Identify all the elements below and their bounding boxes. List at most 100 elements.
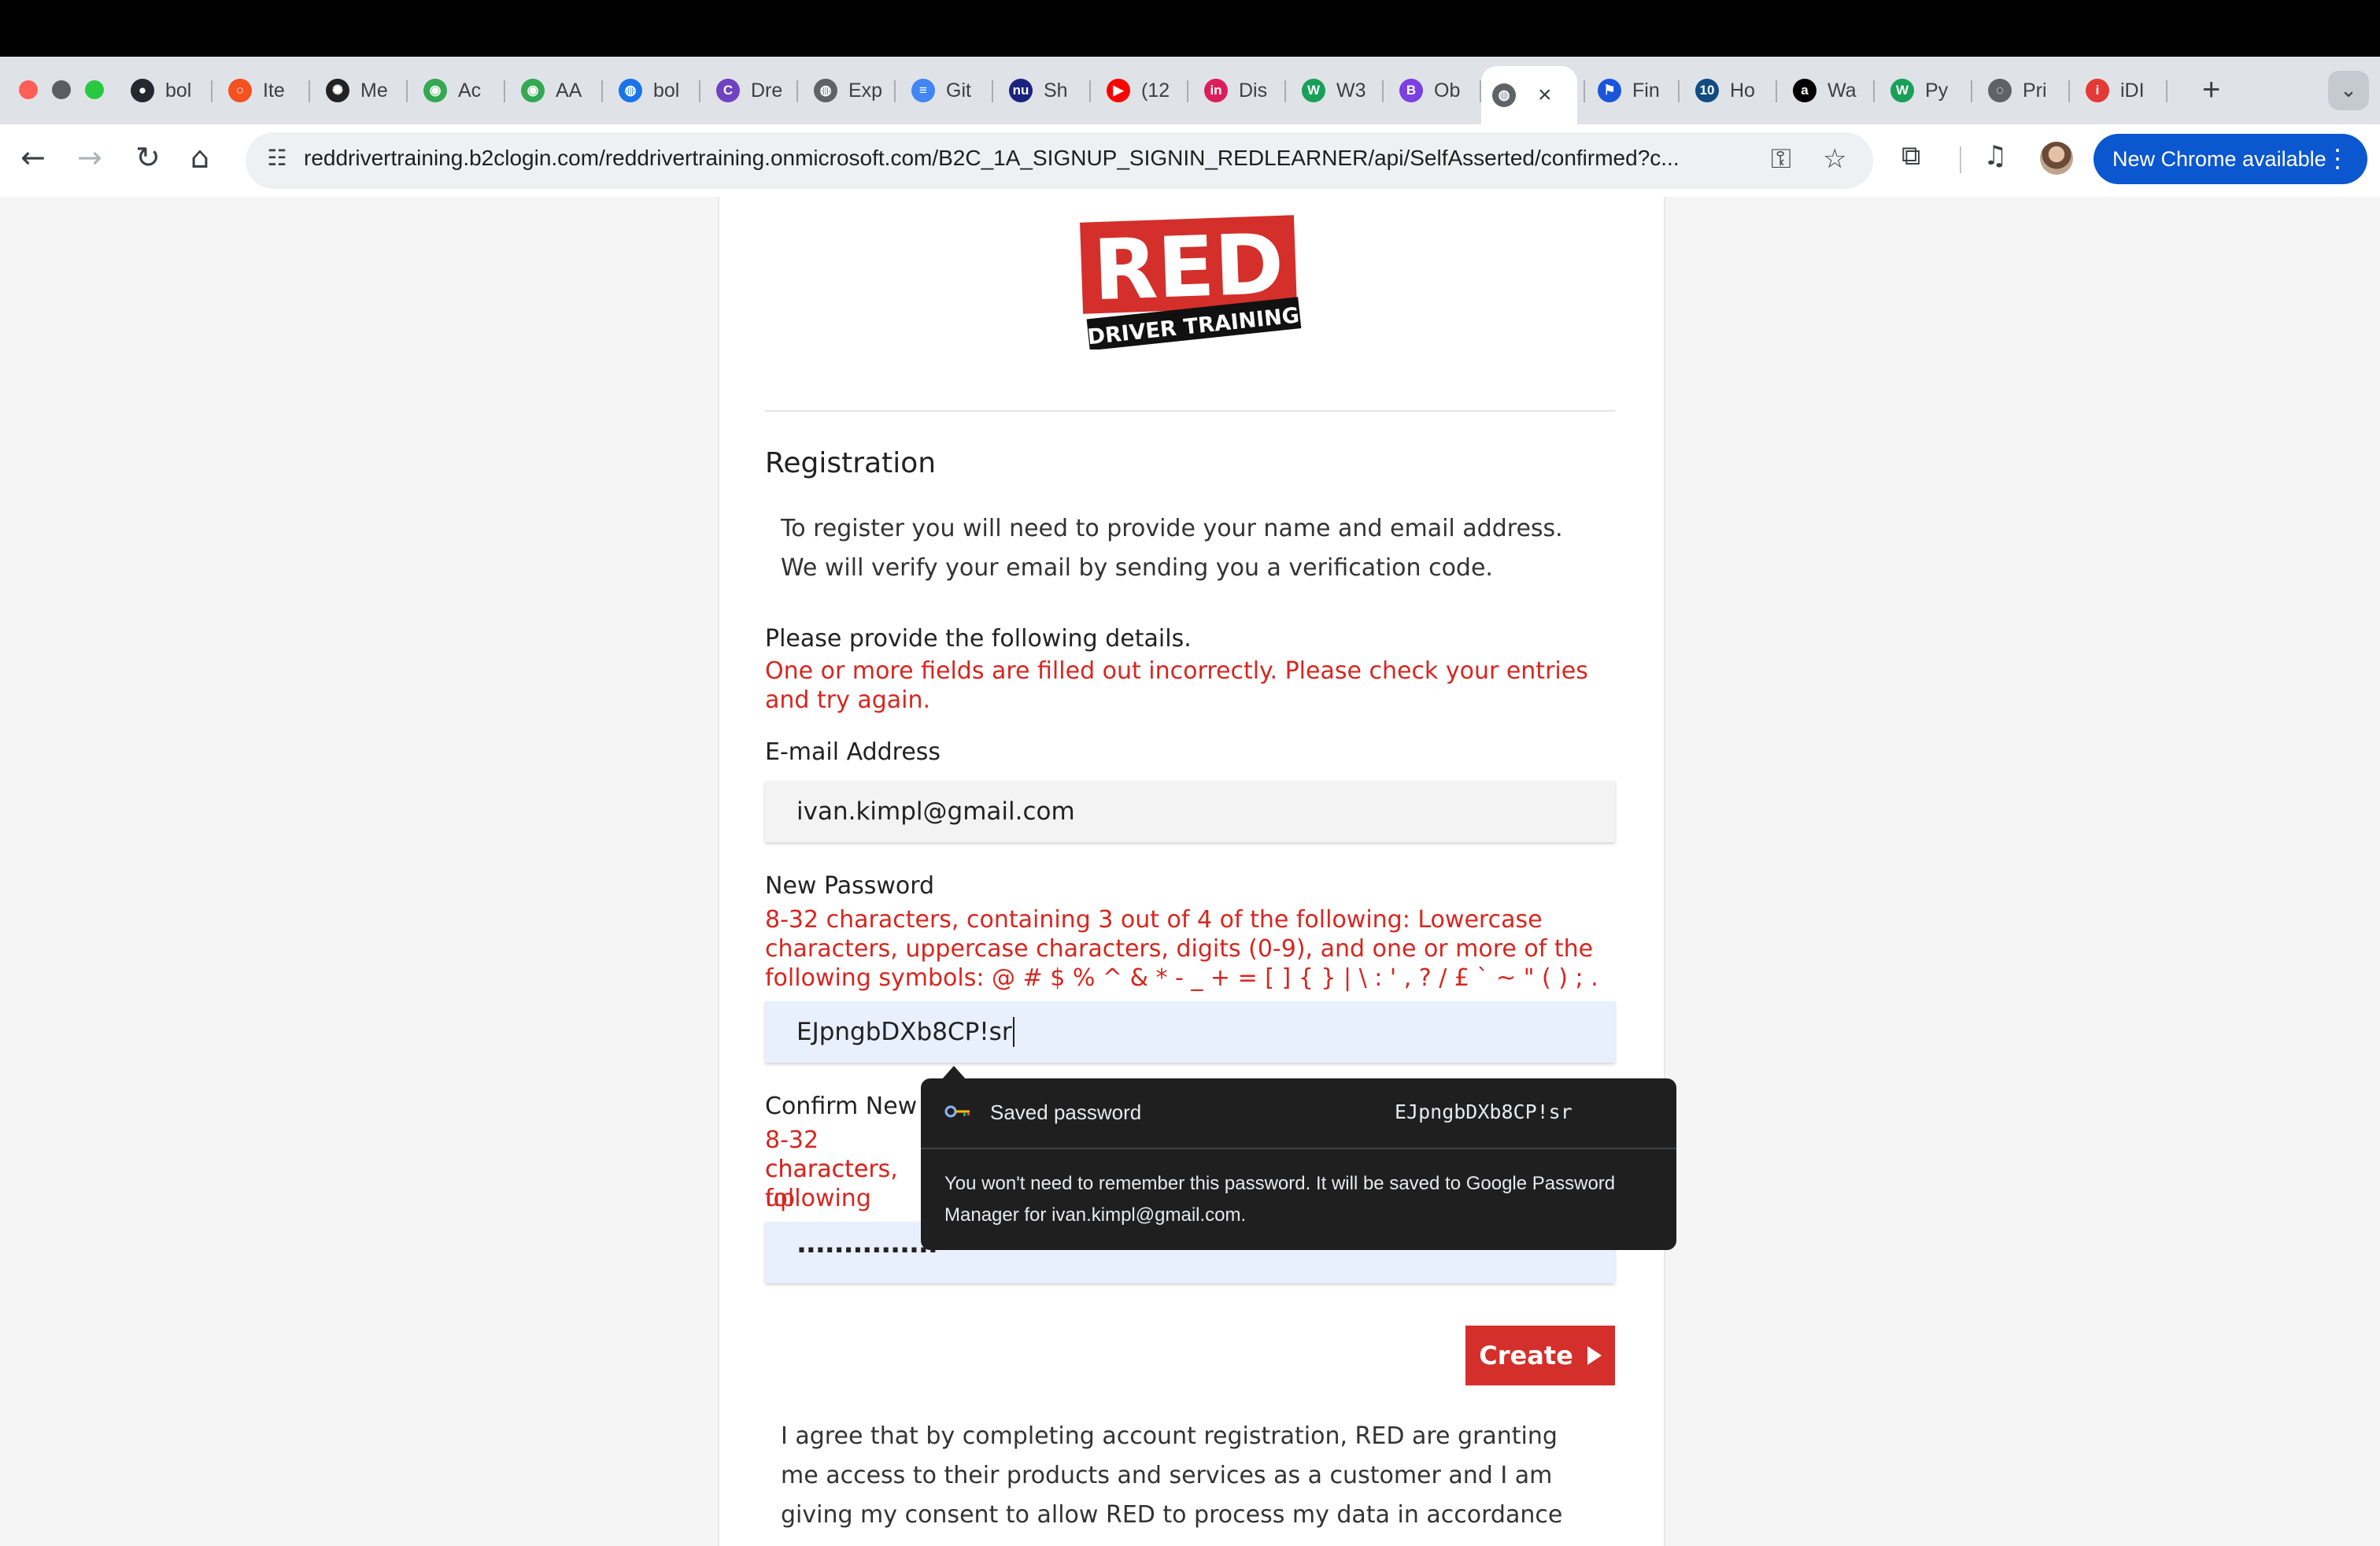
browser-tab[interactable]: ◍ × xyxy=(1481,66,1577,124)
a-icon: a xyxy=(1793,79,1816,102)
key-icon[interactable]: ⚿ xyxy=(1771,143,1791,175)
browser-tab[interactable]: ○ Ite xyxy=(217,68,305,113)
browser-tab[interactable]: ≡ Git xyxy=(900,68,989,113)
tab-separator xyxy=(211,80,213,102)
confirm-password-label: Confirm New xyxy=(765,1093,918,1120)
browser-tab[interactable]: ◍ Exp xyxy=(803,68,891,113)
browser-tab[interactable]: ◉ AA xyxy=(510,68,598,113)
tab-separator xyxy=(1584,80,1585,102)
browser-tab[interactable]: ✺ Me xyxy=(315,68,403,113)
browser-tab[interactable]: W W3 xyxy=(1291,68,1379,113)
doc-icon: ≡ xyxy=(911,79,935,102)
tab-title: Py xyxy=(1925,79,1949,102)
invision-icon: in xyxy=(1204,79,1228,102)
openai-icon: ✺ xyxy=(326,79,349,102)
profile-avatar[interactable] xyxy=(2040,142,2073,175)
tab-separator xyxy=(1776,80,1777,102)
browser-tab[interactable]: nu Sh xyxy=(998,68,1086,113)
red-driver-training-logo: RED DRIVER TRAINING xyxy=(1080,215,1302,350)
back-arrow-icon[interactable]: ← xyxy=(20,140,46,175)
tab-separator xyxy=(1873,80,1875,102)
tab-title: Exp xyxy=(848,79,883,102)
new-chrome-available-button[interactable]: New Chrome available ⋮ xyxy=(2094,134,2367,184)
bookmark-star-icon[interactable]: ☆ xyxy=(1823,143,1846,175)
address-bar[interactable]: ☷ reddrivertraining.b2clogin.com/reddriv… xyxy=(246,132,1873,189)
browser-tab[interactable]: ◉ Ac xyxy=(412,68,501,113)
globe-icon: ◍ xyxy=(619,79,642,102)
url-text[interactable]: reddrivertraining.b2clogin.com/reddriver… xyxy=(304,146,1752,171)
tab-title: Ho xyxy=(1730,79,1755,102)
tab-separator xyxy=(699,80,700,102)
saved-password-note: You won't need to remember this password… xyxy=(944,1173,1616,1226)
tab-title: Me xyxy=(360,79,388,102)
page-title: Registration xyxy=(765,447,937,479)
new-tab-button[interactable]: + xyxy=(2202,72,2220,108)
tab-separator xyxy=(1382,80,1384,102)
email-label: E-mail Address xyxy=(765,738,941,766)
w-icon: W xyxy=(1302,79,1325,102)
i-icon: i xyxy=(2086,79,2109,102)
globe-icon: ◍ xyxy=(1492,83,1516,107)
kebab-menu-icon[interactable]: ⋮ xyxy=(2325,143,2350,173)
browser-tab[interactable]: ◌ Pri xyxy=(1977,68,2065,113)
tab-title: Ite xyxy=(263,79,285,102)
tab-search-button[interactable]: ⌄ xyxy=(2328,71,2369,110)
header-divider xyxy=(765,410,1615,412)
browser-tab[interactable]: a Wa xyxy=(1782,68,1870,113)
reload-icon[interactable]: ↻ xyxy=(135,140,161,175)
browser-tab[interactable]: i iDI xyxy=(2075,68,2163,113)
tab-title: Wa xyxy=(1828,79,1857,102)
ring-icon: ○ xyxy=(228,79,252,102)
saved-password-value[interactable]: EJpngbDXb8CP!sr xyxy=(1395,1100,1572,1123)
menu-bar-area xyxy=(0,0,2380,57)
browser-tab[interactable]: 10 Ho xyxy=(1684,68,1772,113)
tab-separator xyxy=(601,80,603,102)
close-window-button[interactable] xyxy=(19,80,38,99)
browser-tab[interactable]: W Py xyxy=(1879,68,1968,113)
browser-tab[interactable]: B Ob xyxy=(1388,68,1476,113)
youtube-icon: ▶ xyxy=(1107,79,1130,102)
tab-separator xyxy=(796,80,798,102)
tab-title: Sh xyxy=(1044,79,1068,102)
flag-icon: ⚑ xyxy=(1598,79,1621,102)
masked-password-dots: ............... xyxy=(796,1228,938,1259)
tab-separator xyxy=(406,80,408,102)
ten-icon: 10 xyxy=(1695,79,1719,102)
saved-password-popup[interactable]: Saved password EJpngbDXb8CP!sr You won't… xyxy=(921,1078,1676,1250)
tab-title: W3 xyxy=(1336,79,1366,102)
browser-tab[interactable]: ⚑ Fin xyxy=(1587,68,1675,113)
new-password-field[interactable] xyxy=(765,1001,1615,1063)
browser-tab[interactable]: ● bol xyxy=(120,68,208,113)
email-field[interactable] xyxy=(765,781,1615,842)
browser-tab[interactable]: ▶ (12 xyxy=(1096,68,1184,113)
browser-tab[interactable]: ◍ bol xyxy=(608,68,696,113)
browser-tab[interactable]: C Dre xyxy=(705,68,793,113)
text-caret xyxy=(1013,1017,1014,1047)
tab-title: Ob xyxy=(1434,79,1461,102)
forward-arrow-icon[interactable]: → xyxy=(77,140,102,175)
home-icon[interactable]: ⌂ xyxy=(190,140,209,175)
tab-separator xyxy=(1971,80,1972,102)
provide-details-text: Please provide the following details. xyxy=(765,625,1192,653)
tab-separator xyxy=(2166,80,2168,102)
create-button-label: Create xyxy=(1479,1341,1573,1370)
tab-separator xyxy=(1678,80,1680,102)
zoom-window-button[interactable] xyxy=(85,80,104,99)
minimize-window-button[interactable] xyxy=(52,80,71,99)
browser-tab[interactable]: in Dis xyxy=(1193,68,1281,113)
create-button[interactable]: Create xyxy=(1465,1326,1615,1385)
tab-separator xyxy=(894,80,896,102)
saved-password-title: Saved password xyxy=(990,1100,1142,1124)
intro-line-1: To register you will need to provide you… xyxy=(781,515,1563,542)
w-icon: W xyxy=(1890,79,1914,102)
tab-title: Git xyxy=(946,79,971,102)
github-icon: ● xyxy=(131,79,154,102)
close-tab-icon[interactable]: × xyxy=(1538,82,1552,109)
extensions-icon[interactable]: ⧉ xyxy=(1901,140,1920,172)
site-info-icon[interactable]: ☷ xyxy=(261,145,293,176)
chevron-down-icon: ⌄ xyxy=(2340,79,2357,102)
tab-title: iDI xyxy=(2120,79,2145,102)
tab-separator xyxy=(2068,80,2070,102)
media-controls-icon[interactable]: ♫ xyxy=(1983,140,2007,172)
tab-title: Ac xyxy=(458,79,482,102)
